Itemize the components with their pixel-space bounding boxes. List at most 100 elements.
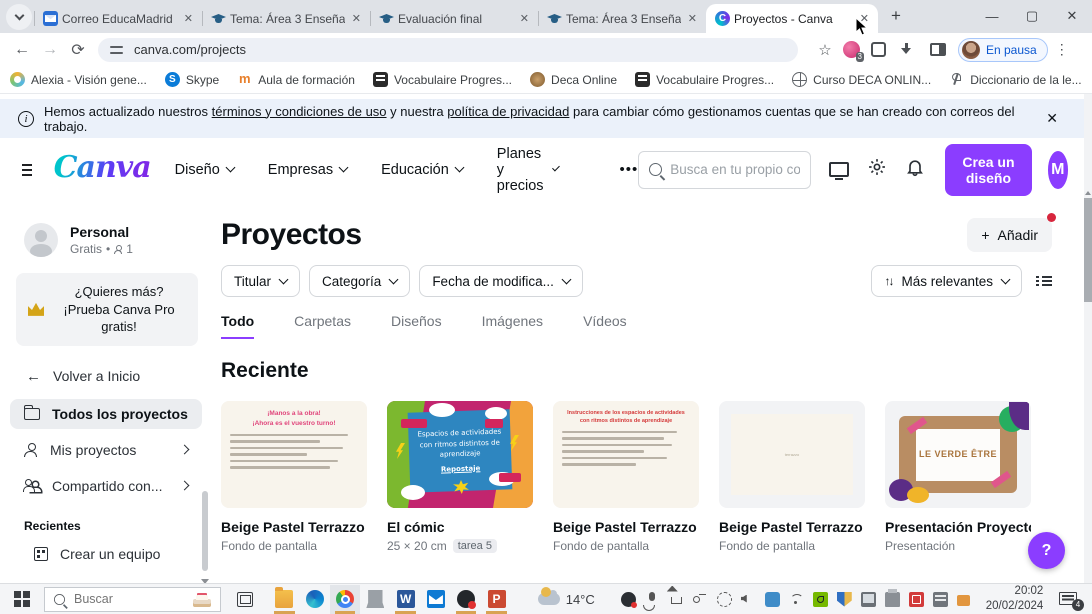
help-button[interactable]: ? [1028, 532, 1065, 569]
bookmark-item[interactable]: Diccionario de la le... [949, 72, 1082, 87]
security-shield-icon[interactable] [836, 591, 852, 607]
taskbar-explorer[interactable] [269, 585, 299, 614]
project-thumbnail[interactable]: Espacios de actividades con ritmos disti… [387, 401, 533, 508]
user-avatar[interactable]: M [1047, 150, 1068, 189]
task-view-button[interactable] [237, 591, 254, 607]
bookmark-star-icon[interactable]: ☆ [812, 41, 838, 59]
filter-titular[interactable]: Titular [221, 265, 301, 297]
nav-empresas[interactable]: Empresas [268, 162, 349, 178]
taskbar-search-input[interactable] [74, 592, 184, 606]
new-tab-button[interactable]: + [882, 2, 910, 30]
gear-icon[interactable] [867, 157, 887, 182]
nav-diseno[interactable]: Diseño [175, 162, 236, 178]
notification-center-button[interactable]: 4 [1057, 588, 1084, 611]
sort-select[interactable]: ↑↓ Más relevantes [871, 265, 1022, 297]
back-button[interactable]: ← [8, 36, 36, 64]
sidebar-scrollbar[interactable] [202, 491, 208, 571]
misc-tray-icon[interactable] [956, 594, 970, 606]
browser-tab-active[interactable]: Proyectos - Canva ✕ [706, 4, 878, 33]
project-title[interactable]: Presentación Proyecto cr... [885, 519, 1031, 535]
bookmark-item[interactable]: Vocabulaire Progres... [372, 72, 512, 87]
address-bar[interactable]: canva.com/projects [98, 37, 798, 62]
display-tray-icon[interactable] [860, 591, 876, 607]
bookmark-item[interactable]: Deca Online [530, 72, 617, 87]
project-thumbnail[interactable]: LE VERDE ÊTRE [885, 401, 1031, 508]
taskbar-edge[interactable] [300, 585, 330, 614]
privacy-link[interactable]: política de privacidad [447, 104, 569, 119]
microphone-icon[interactable] [648, 591, 655, 601]
window-maximize-button[interactable]: ▢ [1012, 1, 1052, 31]
tab-imagenes[interactable]: Imágenes [482, 313, 543, 339]
tab-videos[interactable]: Vídeos [583, 313, 627, 339]
page-scrollbar[interactable] [1084, 94, 1092, 583]
nvidia-icon[interactable] [812, 591, 828, 607]
create-design-button[interactable]: Crea un diseño [945, 143, 1032, 196]
browser-tab[interactable]: Correo EducaMadrid :: Entra ✕ [34, 4, 202, 33]
bell-icon[interactable] [905, 157, 925, 182]
close-icon[interactable]: ✕ [517, 12, 532, 25]
download-icon[interactable] [900, 42, 914, 57]
project-card[interactable]: Instrucciones de los espacios de activid… [553, 401, 699, 553]
wifi-icon[interactable] [789, 592, 804, 607]
project-title[interactable]: Beige Pastel Terrazzo Abs... [719, 519, 865, 535]
list-view-toggle[interactable] [1036, 275, 1052, 287]
taskbar-mail[interactable] [421, 585, 451, 614]
scrollbar-thumb[interactable] [1084, 198, 1092, 302]
forward-button[interactable]: → [36, 36, 64, 64]
taskbar-powerpoint[interactable] [481, 585, 511, 614]
browser-tab[interactable]: Tema: Área 3 Enseñanza y A ✕ [202, 4, 370, 33]
create-team-button[interactable]: Crear un equipo [20, 539, 206, 569]
bookmark-item[interactable]: Vocabulaire Progres... [635, 72, 774, 87]
sidebar-item-all-projects[interactable]: Todos los proyectos [10, 398, 202, 429]
status-circle-icon[interactable] [716, 591, 732, 607]
taskbar-search[interactable] [44, 586, 221, 612]
bookmark-item[interactable]: Aula de formación [237, 72, 355, 87]
settings-bars-icon[interactable] [932, 591, 948, 607]
project-title[interactable]: Beige Pastel Terrazzo Abs... [553, 519, 699, 535]
start-button[interactable] [14, 591, 30, 607]
project-card[interactable]: terrazzo Beige Pastel Terrazzo Abs... Fo… [719, 401, 865, 553]
site-info-icon[interactable] [110, 44, 124, 56]
tab-disenos[interactable]: Diseños [391, 313, 442, 339]
browser-menu-icon[interactable]: ⋮ [1052, 41, 1072, 58]
taskbar-word[interactable] [390, 585, 420, 614]
browser-tab[interactable]: Evaluación final ✕ [370, 4, 538, 33]
canva-search-box[interactable] [638, 150, 812, 189]
taskbar-obs[interactable] [451, 585, 481, 614]
devices-icon[interactable] [829, 162, 850, 180]
scroll-up-icon[interactable] [1085, 191, 1091, 195]
sidebar-item-my-projects[interactable]: Mis proyectos [10, 435, 202, 465]
search-input[interactable] [670, 162, 801, 177]
browser-profile-chip[interactable]: En pausa [958, 37, 1048, 62]
team-switcher[interactable]: Personal Gratis • 1 [24, 223, 212, 257]
nav-educacion[interactable]: Educación [381, 162, 465, 178]
teams-tray-icon[interactable] [764, 591, 780, 607]
tab-search-button[interactable] [6, 4, 32, 30]
canva-pro-promo[interactable]: ¿Quieres más? ¡Prueba Canva Pro gratis! [16, 273, 198, 346]
red-app-tray-icon[interactable] [908, 591, 924, 607]
project-thumbnail[interactable]: Instrucciones de los espacios de activid… [553, 401, 699, 508]
taskbar-clock[interactable]: 20:02 20/02/2024 [986, 584, 1044, 614]
speaker-icon[interactable] [740, 594, 747, 603]
filter-fecha[interactable]: Fecha de modifica... [419, 265, 583, 297]
canva-logo[interactable]: Canva [54, 150, 152, 185]
taskbar-weather[interactable]: 14°C [537, 587, 595, 607]
nav-planes-precios[interactable]: Planes y precios [497, 146, 560, 194]
bookmark-item[interactable]: Skype [164, 72, 219, 87]
tab-todo[interactable]: Todo [221, 313, 255, 339]
close-icon[interactable]: ✕ [181, 12, 196, 25]
taskbar-camera-app[interactable] [360, 585, 390, 614]
printer-icon[interactable] [884, 588, 900, 607]
window-minimize-button[interactable]: — [972, 1, 1012, 31]
add-button[interactable]: + Añadir [967, 218, 1052, 252]
project-thumbnail[interactable]: ¡Manos a la obra! ¡Ahora es el vuestro tu… [221, 401, 367, 508]
recorder-tray-icon[interactable] [620, 591, 637, 608]
window-close-button[interactable]: ✕ [1052, 1, 1092, 31]
project-card[interactable]: ¡Manos a la obra! ¡Ahora es el vuestro tu… [221, 401, 367, 553]
taskbar-chrome[interactable] [329, 584, 361, 614]
nav-more-button[interactable]: ••• [620, 161, 639, 178]
extensions-puzzle-icon[interactable] [871, 42, 886, 57]
bookmark-item[interactable]: Alexia - Visión gene... [10, 72, 147, 87]
project-thumbnail[interactable]: terrazzo [719, 401, 865, 508]
terms-link[interactable]: términos y condiciones de uso [212, 104, 387, 119]
